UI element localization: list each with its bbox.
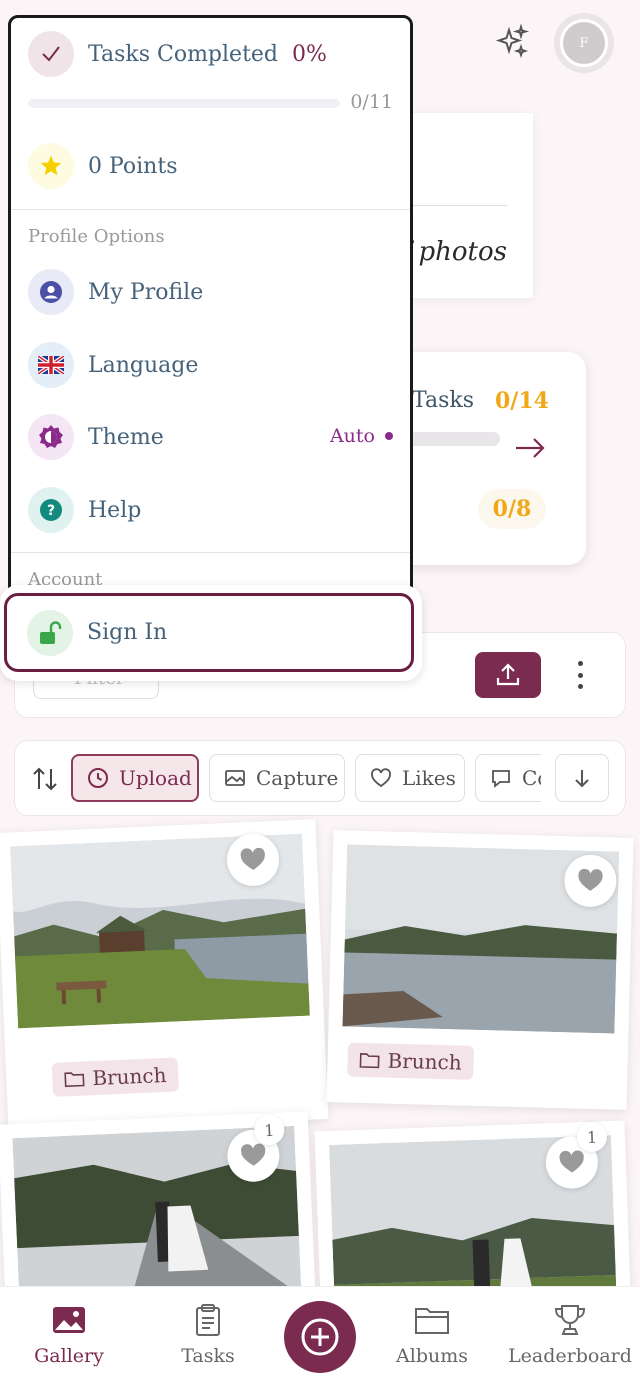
album-tag[interactable]: Brunch xyxy=(51,1057,180,1097)
tasks-completed-label: Tasks Completed xyxy=(88,41,279,67)
photo-card[interactable]: Brunch xyxy=(0,819,329,1133)
tasks-label: Tasks xyxy=(412,388,474,413)
folder-icon xyxy=(415,1308,449,1334)
nav-albums[interactable]: Albums xyxy=(368,1303,496,1367)
bottom-nav: Gallery Tasks Albums Leaderboard xyxy=(0,1286,640,1385)
theme-item[interactable]: Theme xyxy=(28,414,164,460)
folder-icon xyxy=(359,1053,380,1069)
tasks-progress-bar xyxy=(400,432,500,446)
photo-card[interactable]: Brunch xyxy=(326,830,634,1110)
chip-label: Likes xyxy=(402,766,456,790)
divider xyxy=(11,209,410,210)
avatar: F xyxy=(560,19,608,67)
chip-label: Upload xyxy=(119,766,192,790)
nav-label: Gallery xyxy=(34,1345,104,1367)
divider xyxy=(11,552,410,553)
svg-text:?: ? xyxy=(47,503,55,519)
check-icon xyxy=(28,31,74,77)
uk-flag-icon xyxy=(28,342,74,388)
status-dot xyxy=(385,432,393,440)
chip-label: Co xyxy=(522,766,541,790)
tasks-progress-bar xyxy=(28,99,340,108)
heart-icon xyxy=(241,1143,266,1166)
add-photo-button[interactable] xyxy=(284,1301,356,1373)
tasks-completed-percent: 0% xyxy=(292,41,327,67)
sort-chip-upload[interactable]: Upload xyxy=(71,754,199,802)
tasks-completed-row[interactable]: Tasks Completed 0% xyxy=(28,31,327,77)
menu-label: Theme xyxy=(88,424,164,450)
nav-gallery[interactable]: Gallery xyxy=(5,1303,133,1367)
upload-button[interactable] xyxy=(475,652,541,698)
heart-icon xyxy=(240,847,265,870)
points-row[interactable]: 0 Points xyxy=(28,143,177,189)
arrow-down-icon xyxy=(575,770,589,788)
clock-icon xyxy=(88,768,108,788)
more-options-icon[interactable] xyxy=(570,661,590,689)
sort-chip-comments[interactable]: Co xyxy=(475,754,541,802)
help-item[interactable]: ? Help xyxy=(28,487,141,533)
theme-value[interactable]: Auto xyxy=(330,425,393,447)
heart-icon xyxy=(559,1150,584,1173)
tasks-completed-count: 0/11 xyxy=(350,91,393,113)
chip-label: Capture xyxy=(256,766,339,790)
gallery-icon xyxy=(53,1307,85,1333)
sign-in-label: Sign In xyxy=(87,620,168,645)
heart-icon xyxy=(371,768,391,788)
clipboard-icon xyxy=(196,1304,220,1336)
sort-bar: Upload Capture Likes Co xyxy=(14,740,626,816)
comment-icon xyxy=(492,770,510,788)
help-icon: ? xyxy=(28,487,74,533)
album-name: Brunch xyxy=(91,1062,167,1091)
arrow-right-icon[interactable] xyxy=(514,436,546,460)
nav-leaderboard[interactable]: Leaderboard xyxy=(506,1303,634,1367)
language-item[interactable]: Language xyxy=(28,342,198,388)
menu-label: Language xyxy=(88,352,199,378)
plus-circle-icon xyxy=(301,1318,339,1356)
folder-icon xyxy=(64,1072,85,1088)
unlock-icon xyxy=(27,609,73,656)
welcome-text: f photos xyxy=(400,237,507,267)
my-profile-item[interactable]: My Profile xyxy=(28,269,203,315)
upload-icon xyxy=(496,663,520,686)
sort-chip-capture[interactable]: Capture xyxy=(209,754,345,802)
heart-icon xyxy=(578,868,603,891)
theme-value-label: Auto xyxy=(329,425,375,447)
nav-label: Tasks xyxy=(181,1345,235,1367)
sign-in-button[interactable]: Sign In xyxy=(4,593,414,672)
sign-in-container: Sign In xyxy=(0,585,422,681)
image-icon xyxy=(225,770,245,786)
sort-icon[interactable] xyxy=(31,766,59,792)
sort-chip-likes[interactable]: Likes xyxy=(355,754,465,802)
avatar-button[interactable]: F xyxy=(554,13,614,73)
sort-direction-button[interactable] xyxy=(555,754,609,802)
points-label: 0 Points xyxy=(88,153,178,179)
trophy-icon xyxy=(554,1305,586,1335)
nav-label: Albums xyxy=(396,1345,468,1367)
nav-label: Leaderboard xyxy=(508,1345,632,1367)
theme-icon xyxy=(28,414,74,460)
menu-label: Help xyxy=(88,497,142,523)
album-tag[interactable]: Brunch xyxy=(347,1042,475,1080)
secondary-tasks-count: 0/8 xyxy=(478,489,546,529)
profile-options-heading: Profile Options xyxy=(28,226,165,247)
sparkle-icon[interactable] xyxy=(494,24,530,60)
star-icon xyxy=(28,143,74,189)
nav-tasks[interactable]: Tasks xyxy=(144,1303,272,1367)
menu-label: My Profile xyxy=(88,279,204,305)
user-icon xyxy=(28,269,74,315)
profile-menu: Tasks Completed 0% 0/11 0 Points Profile… xyxy=(8,15,413,615)
album-name: Brunch xyxy=(387,1048,462,1075)
tasks-count: 0/14 xyxy=(495,388,549,414)
